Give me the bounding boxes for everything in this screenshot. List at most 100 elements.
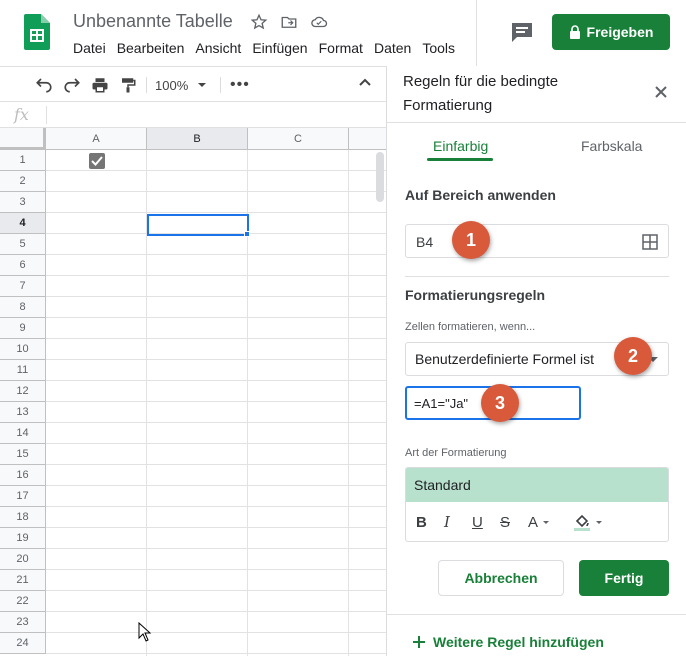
row-header-24[interactable]: 24 <box>0 633 46 654</box>
callout-marker-1: 1 <box>452 221 490 259</box>
move-to-folder-icon[interactable] <box>279 12 299 32</box>
toolbar-separator <box>146 77 147 93</box>
spreadsheet-grid[interactable]: A B C 1 2 3 4 5 6 7 8 9 10 11 12 13 14 15 16 17 18 19 20 21 2… <box>0 128 386 656</box>
column-header-b[interactable]: B <box>147 128 248 150</box>
row-header-17[interactable]: 17 <box>0 486 46 507</box>
share-button[interactable]: Freigeben <box>552 14 670 50</box>
sheets-logo-icon[interactable] <box>24 14 50 50</box>
menu-tools[interactable]: Tools <box>422 40 455 56</box>
row-header-14[interactable]: 14 <box>0 423 46 444</box>
row-header-7[interactable]: 7 <box>0 276 46 297</box>
panel-divider <box>387 122 686 123</box>
range-value: B4 <box>416 234 434 250</box>
italic-button[interactable]: I <box>444 512 450 532</box>
column-header-next[interactable] <box>349 128 386 150</box>
top-bar: Unbenannte Tabelle Datei Bearbeiten Ansi… <box>0 0 686 66</box>
document-title[interactable]: Unbenannte Tabelle <box>73 11 233 32</box>
row-header-12[interactable]: 12 <box>0 381 46 402</box>
formula-value: =A1="Ja" <box>414 396 469 411</box>
menu-einfuegen[interactable]: Einfügen <box>252 40 307 56</box>
fill-handle[interactable] <box>244 231 250 237</box>
row-header-20[interactable]: 20 <box>0 549 46 570</box>
cancel-button[interactable]: Abbrechen <box>438 560 564 596</box>
formula-separator <box>46 106 47 124</box>
tab-einfarbig[interactable]: Einfarbig <box>433 138 488 154</box>
select-all-corner[interactable] <box>0 128 46 150</box>
row-header-5[interactable]: 5 <box>0 234 46 255</box>
title-icons <box>249 12 329 32</box>
range-input[interactable]: B4 <box>405 224 669 258</box>
row-header-15[interactable]: 15 <box>0 444 46 465</box>
formula-bar: fx <box>0 102 386 128</box>
checkmark-icon <box>91 156 103 166</box>
print-icon[interactable] <box>90 75 110 95</box>
checkbox-a1[interactable] <box>89 153 105 169</box>
panel-title: Regeln für die bedingte Formatierung <box>403 73 559 114</box>
row-header-6[interactable]: 6 <box>0 255 46 276</box>
format-buttons: B I U S A <box>406 502 668 541</box>
close-icon[interactable] <box>653 84 669 100</box>
section-divider <box>405 276 669 277</box>
add-rule-link[interactable]: Weitere Regel hinzufügen <box>413 634 604 650</box>
add-rule-label: Weitere Regel hinzufügen <box>433 634 604 650</box>
row-header-9[interactable]: 9 <box>0 318 46 339</box>
menu-bearbeiten[interactable]: Bearbeiten <box>117 40 185 56</box>
row-header-1[interactable]: 1 <box>0 150 46 171</box>
formatting-style-box: Standard B I U S A <box>405 467 669 542</box>
cloud-saved-icon[interactable] <box>309 12 329 32</box>
column-header-c[interactable]: C <box>248 128 349 150</box>
share-label: Freigeben <box>586 24 654 40</box>
toolbar-separator <box>220 77 221 93</box>
row-header-18[interactable]: 18 <box>0 507 46 528</box>
row-header-4[interactable]: 4 <box>0 213 46 234</box>
row-header-22[interactable]: 22 <box>0 591 46 612</box>
vertical-scrollbar[interactable] <box>376 152 384 202</box>
chevron-down-icon <box>596 520 602 524</box>
row-header-2[interactable]: 2 <box>0 171 46 192</box>
tab-farbskala[interactable]: Farbskala <box>581 138 642 154</box>
row-header-13[interactable]: 13 <box>0 402 46 423</box>
row-header-23[interactable]: 23 <box>0 612 46 633</box>
row-header-8[interactable]: 8 <box>0 297 46 318</box>
collapse-menu-icon[interactable] <box>358 75 372 92</box>
condition-value: Benutzerdefinierte Formel ist <box>415 351 594 367</box>
undo-icon[interactable] <box>34 75 54 95</box>
chevron-down-icon <box>198 83 207 87</box>
star-icon[interactable] <box>249 12 269 32</box>
done-button[interactable]: Fertig <box>579 560 669 596</box>
redo-icon[interactable] <box>62 75 82 95</box>
row-header-21[interactable]: 21 <box>0 570 46 591</box>
select-range-icon[interactable] <box>642 234 658 250</box>
callout-marker-2: 2 <box>614 337 652 375</box>
active-tab-indicator <box>427 158 493 161</box>
plus-icon <box>413 636 425 648</box>
bold-button[interactable]: B <box>416 512 427 532</box>
underline-button[interactable]: U <box>472 512 483 532</box>
menu-daten[interactable]: Daten <box>374 40 411 56</box>
zoom-select[interactable]: 100% <box>155 75 207 95</box>
comment-icon[interactable] <box>510 21 534 43</box>
style-label: Art der Formatierung <box>405 447 507 459</box>
top-divider <box>476 0 477 66</box>
condition-label: Zellen formatieren, wenn... <box>405 321 536 333</box>
row-header-3[interactable]: 3 <box>0 192 46 213</box>
paint-format-icon[interactable] <box>118 75 138 95</box>
row-header-10[interactable]: 10 <box>0 339 46 360</box>
more-options-icon[interactable]: ••• <box>230 76 250 94</box>
row-header-16[interactable]: 16 <box>0 465 46 486</box>
menu-format[interactable]: Format <box>319 40 363 56</box>
style-preview[interactable]: Standard <box>406 468 668 502</box>
strikethrough-button[interactable]: S <box>500 512 510 532</box>
range-section-label: Auf Bereich anwenden <box>405 187 556 203</box>
row-header-11[interactable]: 11 <box>0 360 46 381</box>
column-header-a[interactable]: A <box>46 128 147 150</box>
menu-datei[interactable]: Datei <box>73 40 106 56</box>
mouse-cursor-icon <box>138 622 152 642</box>
row-header-19[interactable]: 19 <box>0 528 46 549</box>
menu-ansicht[interactable]: Ansicht <box>195 40 241 56</box>
text-color-button[interactable]: A <box>528 512 550 532</box>
text-color-label: A <box>528 513 539 531</box>
selected-cell-b4[interactable] <box>147 214 249 236</box>
fill-color-icon <box>574 514 590 531</box>
fill-color-button[interactable] <box>572 512 602 532</box>
